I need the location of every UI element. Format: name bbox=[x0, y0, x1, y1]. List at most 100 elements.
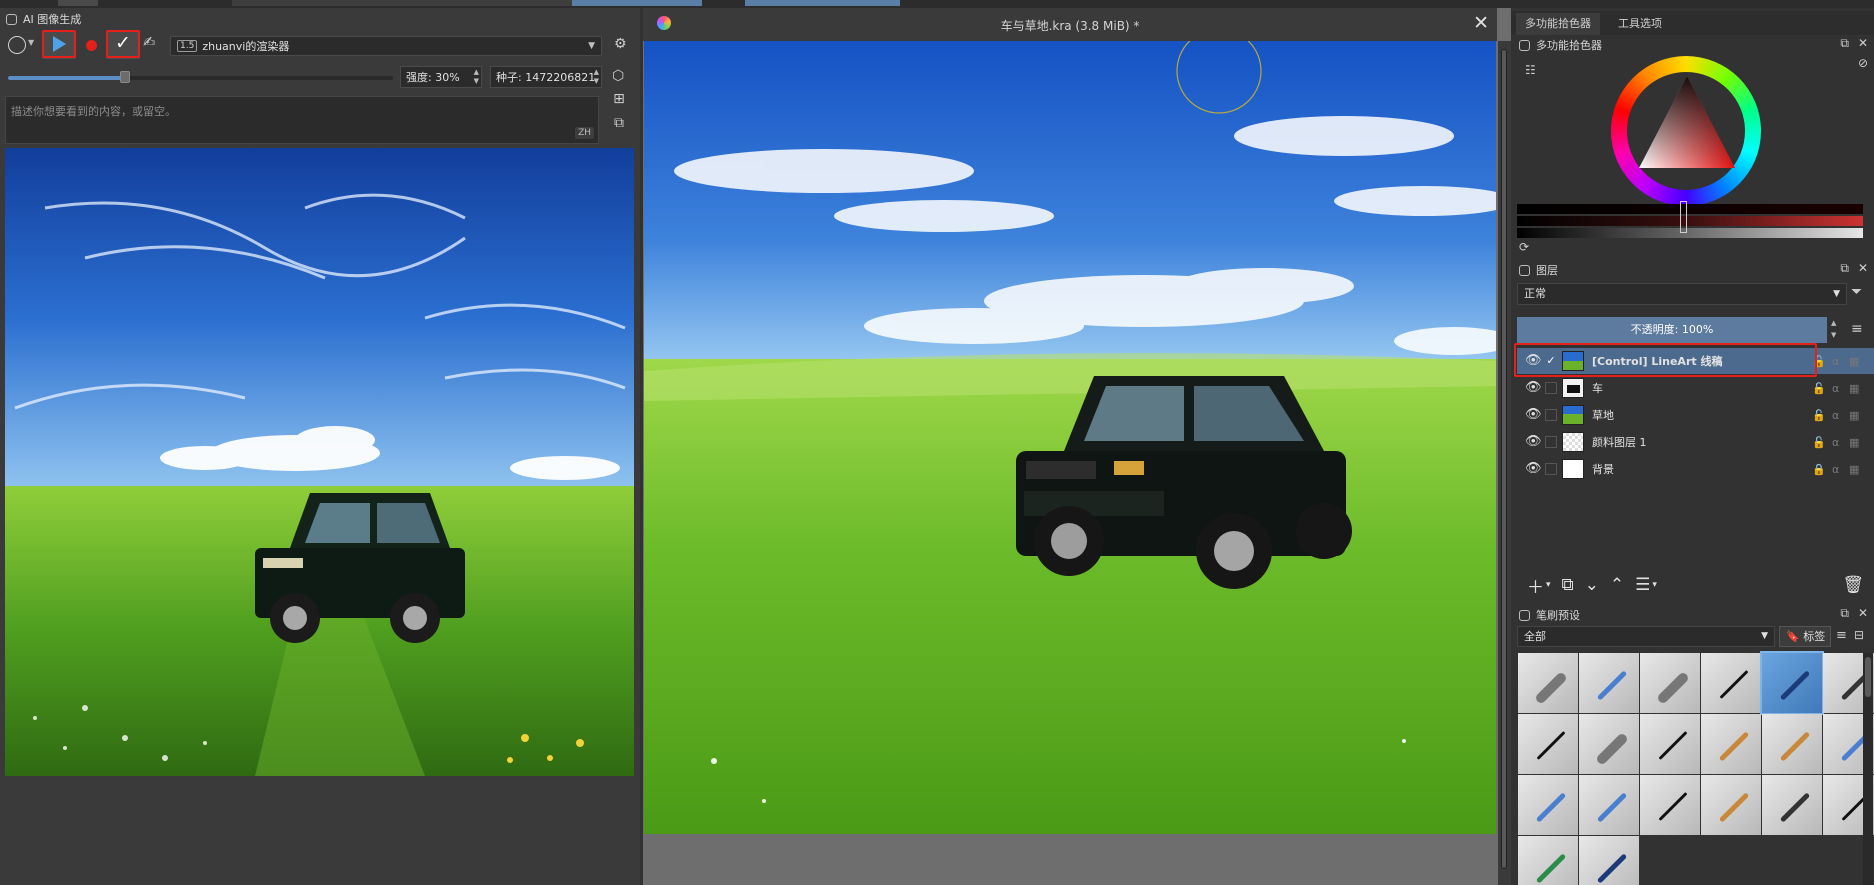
canvas-vertical-scrollbar[interactable] bbox=[1498, 41, 1511, 885]
spin-arrows-icon[interactable]: ▲ ▼ bbox=[1831, 317, 1836, 341]
color-history-bar[interactable] bbox=[1517, 204, 1863, 214]
move-layer-down-icon[interactable]: ⌄ bbox=[1585, 575, 1599, 595]
duplicate-layer-icon[interactable]: ⧉ bbox=[1562, 575, 1574, 595]
close-icon[interactable]: ✕ bbox=[1858, 36, 1868, 51]
eye-icon[interactable]: 👁 bbox=[1525, 381, 1542, 395]
brush-preset[interactable] bbox=[1640, 653, 1700, 713]
close-icon[interactable]: ✕ bbox=[1858, 261, 1868, 276]
scrollbar-thumb[interactable] bbox=[1501, 49, 1507, 869]
layer-row-grass[interactable]: 👁 草地 🔓 α ▦ bbox=[1517, 402, 1874, 428]
brush-scrollbar[interactable] bbox=[1863, 653, 1873, 885]
alpha-lock-icon[interactable]: α bbox=[1832, 463, 1839, 476]
lock-icon[interactable] bbox=[6, 13, 17, 25]
panel-icon[interactable]: ⊟ bbox=[1854, 628, 1864, 642]
layer-opacity-slider[interactable]: 不透明度: 100% bbox=[1517, 317, 1827, 343]
alpha-lock-icon[interactable]: α bbox=[1832, 436, 1839, 449]
eye-icon[interactable]: 👁 bbox=[1525, 462, 1542, 476]
layer-checkbox[interactable] bbox=[1545, 409, 1557, 421]
strength-slider[interactable] bbox=[8, 71, 393, 83]
brush-preset[interactable] bbox=[1701, 775, 1761, 835]
brush-preset[interactable] bbox=[1579, 775, 1639, 835]
alpha-lock-icon[interactable]: α bbox=[1832, 355, 1839, 368]
inherit-alpha-icon[interactable]: ▦ bbox=[1849, 463, 1859, 476]
eye-icon[interactable]: 👁 bbox=[1525, 435, 1542, 449]
layer-row-paint-layer-1[interactable]: 👁 颜料图层 1 🔓 α ▦ bbox=[1517, 429, 1874, 455]
chevron-down-icon[interactable]: ▾ bbox=[1546, 580, 1551, 590]
inherit-alpha-icon[interactable]: ▦ bbox=[1849, 436, 1859, 449]
spin-arrows-icon[interactable]: ▲ ▼ bbox=[594, 68, 599, 86]
document-tab[interactable]: 车与草地.kra (3.8 MiB) * ✕ bbox=[643, 8, 1497, 41]
float-icon[interactable]: ⧉ bbox=[1840, 606, 1849, 621]
layer-checkbox[interactable] bbox=[1545, 436, 1557, 448]
lock-icon[interactable] bbox=[1519, 39, 1530, 51]
seed-spinbox[interactable]: 种子: 1472206821 ▲ ▼ bbox=[490, 66, 602, 88]
layer-checkbox[interactable] bbox=[1545, 463, 1557, 475]
random-seed-icon[interactable]: ⬡ bbox=[612, 68, 624, 84]
locked-icon[interactable]: 🔒 bbox=[1812, 463, 1826, 476]
scrollbar-thumb[interactable] bbox=[1865, 657, 1871, 697]
brush-tag-select[interactable]: 全部 ▼ bbox=[1517, 626, 1775, 647]
apply-region-icon[interactable]: ✍ bbox=[143, 33, 156, 51]
brush-preset[interactable] bbox=[1579, 714, 1639, 774]
refresh-icon[interactable]: ⟳ bbox=[1519, 240, 1529, 254]
strength-slider-handle[interactable] bbox=[120, 71, 130, 83]
lock-icon[interactable]: 🔓 bbox=[1812, 382, 1826, 395]
value-gradient-bar[interactable] bbox=[1517, 228, 1863, 238]
blend-mode-select[interactable]: 正常 ▼ bbox=[1517, 283, 1847, 305]
brush-preset-selected[interactable] bbox=[1760, 651, 1824, 715]
eye-icon[interactable]: 👁 bbox=[1525, 408, 1542, 422]
chevron-down-icon[interactable]: ▼ bbox=[28, 38, 34, 47]
chevron-down-icon[interactable]: ▾ bbox=[1652, 580, 1657, 590]
tag-button[interactable]: 🔖 标签 bbox=[1779, 626, 1831, 647]
layer-row-background[interactable]: 👁 背景 🔒 α ▦ bbox=[1517, 456, 1874, 482]
saturation-value-triangle[interactable] bbox=[1635, 72, 1739, 176]
brush-preset[interactable] bbox=[1518, 714, 1578, 774]
alpha-lock-icon[interactable]: α bbox=[1832, 382, 1839, 395]
model-style-select[interactable]: 1.5 zhuanvi的渲染器 ▼ bbox=[170, 36, 602, 56]
text-prompt-icon[interactable]: ⊞ bbox=[610, 90, 628, 108]
record-icon[interactable] bbox=[86, 40, 97, 51]
close-icon[interactable]: ✕ bbox=[1473, 12, 1489, 34]
brush-preset[interactable] bbox=[1579, 836, 1639, 885]
add-control-layer-icon[interactable]: ⧉ bbox=[610, 114, 628, 132]
move-layer-up-icon[interactable]: ⌃ bbox=[1610, 575, 1624, 595]
tab-tool-options[interactable]: 工具选项 bbox=[1609, 13, 1671, 35]
color-gradient-bar[interactable] bbox=[1517, 216, 1863, 226]
workspace-mode-icon[interactable] bbox=[8, 36, 26, 54]
layer-properties-icon[interactable]: ☰ bbox=[1635, 575, 1650, 595]
layer-checkbox[interactable] bbox=[1545, 382, 1557, 394]
brush-preset[interactable] bbox=[1640, 714, 1700, 774]
inherit-alpha-icon[interactable]: ▦ bbox=[1849, 355, 1859, 368]
delete-layer-icon[interactable]: 🗑 bbox=[1842, 575, 1864, 595]
brush-preset[interactable] bbox=[1518, 836, 1578, 885]
language-button[interactable]: ZH bbox=[575, 127, 594, 139]
inherit-alpha-icon[interactable]: ▦ bbox=[1849, 409, 1859, 422]
float-icon[interactable]: ⧉ bbox=[1840, 261, 1849, 276]
brush-preset[interactable] bbox=[1762, 775, 1822, 835]
strength-spinbox[interactable]: 强度: 30% ▲ ▼ bbox=[400, 66, 482, 88]
lock-icon[interactable] bbox=[1519, 609, 1530, 621]
brush-preset[interactable] bbox=[1640, 775, 1700, 835]
add-layer-icon[interactable]: ＋ bbox=[1527, 573, 1544, 598]
prompt-input[interactable]: 描述你想要看到的内容，或留空。 ZH bbox=[5, 96, 599, 144]
layer-row-car[interactable]: 👁 车 🔓 α ▦ bbox=[1517, 375, 1874, 401]
brush-preset[interactable] bbox=[1579, 653, 1639, 713]
inherit-alpha-icon[interactable]: ▦ bbox=[1849, 382, 1859, 395]
brush-preset[interactable] bbox=[1762, 714, 1822, 774]
brush-preset[interactable] bbox=[1701, 714, 1761, 774]
menu-icon[interactable]: ≡ bbox=[1851, 321, 1863, 337]
list-view-icon[interactable]: ≡ bbox=[1836, 628, 1847, 643]
brush-preset[interactable] bbox=[1518, 775, 1578, 835]
brush-preset[interactable] bbox=[1701, 653, 1761, 713]
color-selector-settings-icon[interactable]: ☷ bbox=[1525, 63, 1536, 77]
alpha-lock-icon[interactable]: α bbox=[1832, 409, 1839, 422]
settings-gear-icon[interactable]: ⚙ bbox=[614, 36, 627, 52]
float-icon[interactable]: ⧉ bbox=[1840, 36, 1849, 51]
tab-color-selector[interactable]: 多功能拾色器 bbox=[1516, 13, 1600, 35]
disable-icon[interactable]: ⊘ bbox=[1858, 56, 1868, 70]
brush-preset[interactable] bbox=[1518, 653, 1578, 713]
lock-icon[interactable] bbox=[1519, 264, 1530, 276]
spin-arrows-icon[interactable]: ▲ ▼ bbox=[474, 68, 479, 86]
filter-icon[interactable]: ⏷ bbox=[1851, 284, 1862, 300]
lock-icon[interactable]: 🔓 bbox=[1812, 409, 1826, 422]
